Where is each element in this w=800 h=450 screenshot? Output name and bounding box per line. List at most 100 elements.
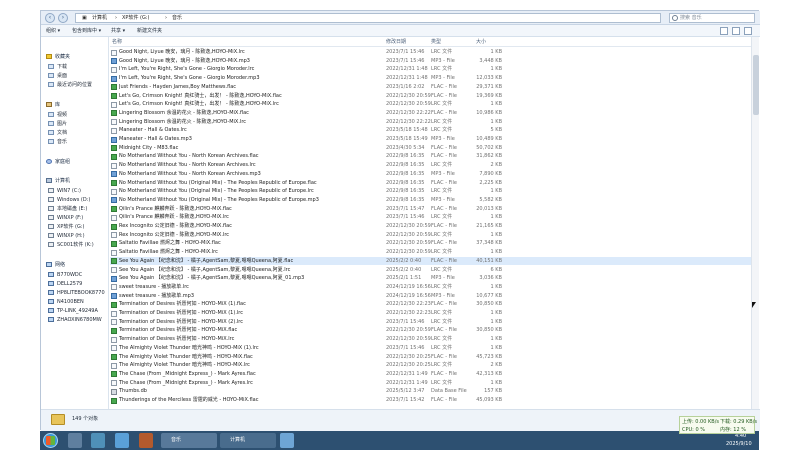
file-row[interactable]: The Almighty Violet Thunder 暗光神鸣 - HOYO-…: [110, 344, 751, 353]
taskbar-item-music[interactable]: 音乐: [161, 433, 217, 448]
homegroup-header[interactable]: 家庭组: [46, 158, 70, 166]
sidebar-item-network-device[interactable]: DELL2579: [48, 280, 82, 288]
sidebar-item-network-device[interactable]: B770WDC: [48, 271, 82, 279]
computer-header[interactable]: 计算机: [46, 177, 70, 185]
include-library-button[interactable]: 包含到库中 ▾: [72, 27, 101, 35]
address-bar[interactable]: ▣ 计算机 › XP软件 (G:) › 音乐: [75, 13, 661, 23]
view-options-icon[interactable]: [720, 27, 728, 35]
file-row[interactable]: Lingering Blossom 余温的花火 - 陈致逸,HOYO-MiX.l…: [110, 118, 751, 127]
scrollbar-thumb[interactable]: [753, 55, 759, 115]
file-date: 2022/12/30 20:59: [386, 240, 431, 247]
column-size[interactable]: 大小: [476, 39, 486, 45]
favorites-header[interactable]: 收藏夹: [46, 53, 70, 61]
search-icon: [672, 15, 678, 21]
file-row[interactable]: Maneater - Hall & Oates.mp3 2023/5/18 15:…: [110, 135, 751, 144]
column-date[interactable]: 修改日期: [386, 39, 406, 45]
column-type[interactable]: 类型: [431, 39, 441, 45]
help-icon[interactable]: [744, 27, 752, 35]
breadcrumb-drive[interactable]: XP软件 (G:): [122, 15, 150, 22]
file-row[interactable]: Rex Incognito 公定旧德 - 陈致逸,HOYO-MiX.lrc 202…: [110, 231, 751, 240]
breadcrumb-computer[interactable]: 计算机: [92, 15, 107, 22]
file-size: 1 KB: [490, 336, 502, 343]
file-row[interactable]: No Motherland Without You - North Korean…: [110, 152, 751, 161]
file-row[interactable]: Thunderings of the Merciless 雷霆的威光 - HOY…: [110, 396, 751, 405]
libraries-header[interactable]: 库: [46, 101, 60, 109]
sidebar-item-drive-g[interactable]: XP软件 (G:): [48, 223, 85, 231]
file-row[interactable]: The Chase (From _Midnight Express_) - Ma…: [110, 370, 751, 379]
network-header[interactable]: 网络: [46, 261, 65, 269]
sidebar-item-videos[interactable]: 视频: [48, 111, 67, 119]
file-row[interactable]: I'm Left, You're Right, She's Gone - Gio…: [110, 65, 751, 74]
search-box[interactable]: 搜索 音乐: [669, 13, 755, 23]
file-row[interactable]: The Almighty Violet Thunder 暗光神鸣 - HOYO-…: [110, 361, 751, 370]
settings-icon[interactable]: [91, 433, 105, 448]
file-row[interactable]: Just Friends - Hayden James,Boy Matthews…: [110, 83, 751, 92]
sidebar-item-network-device[interactable]: HP8LITEBOOK8770: [48, 289, 105, 297]
file-row[interactable]: Termination of Desires 祈愿何如 - HOYO-MiX.f…: [110, 326, 751, 335]
sidebar-item-drive-d[interactable]: Windows (D:): [48, 196, 90, 204]
file-row[interactable]: See You Again 【纪念和沈】 - 橘子,AgentSam,黎夏,嗯嗯…: [110, 266, 751, 275]
start-button[interactable]: [43, 433, 58, 448]
vertical-scrollbar[interactable]: [751, 37, 759, 409]
sidebar-item-network-device[interactable]: TP-LINK_49249A: [48, 307, 98, 315]
breadcrumb-music[interactable]: 音乐: [172, 15, 182, 22]
file-row[interactable]: Termination of Desires 祈愿何如 - HOYO-MiX.l…: [110, 335, 751, 344]
network-monitor-widget[interactable]: 上传: 0.00 KB/s 下载: 0.29 KB/s CPU: 0 % 内存:…: [679, 416, 757, 434]
sidebar-item-downloads[interactable]: 下载: [48, 63, 67, 71]
sidebar-item-drive-h[interactable]: WINXP (H:): [48, 232, 85, 240]
file-row[interactable]: No Motherland Without You (Original Mix)…: [110, 179, 751, 188]
file-row[interactable]: sweet treasure - 播放歌单.lrc 2024/12/19 16:5…: [110, 283, 751, 292]
network-app-icon[interactable]: [280, 433, 294, 448]
browser-icon[interactable]: [115, 433, 129, 448]
file-row[interactable]: I'm Left, You're Right, She's Gone - Gio…: [110, 74, 751, 83]
file-row[interactable]: Saltatio Favillae 燃烬之舞 - HOYO-MiX.flac 20…: [110, 239, 751, 248]
new-folder-button[interactable]: 新建文件夹: [137, 27, 162, 35]
file-row[interactable]: No Motherland Without You (Original Mix)…: [110, 196, 751, 205]
sidebar-item-pictures[interactable]: 图片: [48, 120, 67, 128]
file-row[interactable]: See You Again 【纪念和沈】 - 橘子,AgentSam,黎夏,嗯嗯…: [110, 256, 751, 266]
application-icon[interactable]: [139, 433, 153, 448]
file-row[interactable]: Maneater - Hall & Oates.lrc 2023/5/18 15:…: [110, 126, 751, 135]
preview-pane-icon[interactable]: [732, 27, 740, 35]
sidebar-item-desktop[interactable]: 桌面: [48, 72, 67, 80]
file-row[interactable]: Saltatio Favillae 燃烬之舞 - HOYO-MiX.lrc 202…: [110, 248, 751, 257]
sidebar-item-network-device[interactable]: N4100BEN: [48, 298, 84, 306]
file-manager-icon[interactable]: [68, 433, 82, 448]
breadcrumb-separator-icon: ›: [165, 15, 167, 21]
file-row[interactable]: Qilin's Prance 麒麟奔跃 - 陈致逸,HOYO-MiX.lrc 20…: [110, 213, 751, 222]
organize-button[interactable]: 组织 ▾: [46, 27, 60, 35]
file-row[interactable]: Let's Go, Crimson Knight! 真红骑士，出发！ - 陈致逸…: [110, 100, 751, 109]
sidebar-item-drive-c[interactable]: WIN7 (C:): [48, 187, 81, 195]
sidebar-item-recent-places[interactable]: 最近访问的位置: [48, 81, 92, 89]
file-row[interactable]: The Almighty Violet Thunder 暗光神鸣 - HOYO-…: [110, 353, 751, 362]
share-button[interactable]: 共享 ▾: [111, 27, 125, 35]
file-row[interactable]: No Motherland Without You - North Korean…: [110, 170, 751, 179]
taskbar-item-computer[interactable]: 计算机: [220, 433, 276, 448]
file-row[interactable]: The Chase (From _Midnight Express_) - Ma…: [110, 379, 751, 388]
file-row[interactable]: Midnight City - M83.flac 2023/4/30 5:34 FL…: [110, 144, 751, 153]
file-row[interactable]: Good Night, Liyue 晚安，璃月 - 陈致逸,HOYO-MiX.l…: [110, 48, 751, 57]
file-row[interactable]: See You Again 【纪念和沈】 - 橘子,AgentSam,黎夏,嗯嗯…: [110, 274, 751, 283]
file-row[interactable]: Thumbs.db 2025/5/12 3:47 Data Base File 157…: [110, 387, 751, 396]
file-row[interactable]: Good Night, Liyue 晚安，璃月 - 陈致逸,HOYO-MiX.m…: [110, 57, 751, 66]
file-row[interactable]: Termination of Desires 祈愿何如 - HOYO-MiX (…: [110, 300, 751, 309]
file-row[interactable]: sweet treasure - 播放歌单.mp3 2024/12/19 16:5…: [110, 292, 751, 301]
sidebar-item-documents[interactable]: 文档: [48, 129, 67, 137]
column-name[interactable]: 名称: [112, 39, 122, 45]
file-row[interactable]: Let's Go, Crimson Knight! 真红骑士，出发！ - 陈致逸…: [110, 92, 751, 101]
clock-date[interactable]: 2025/9/10: [726, 441, 752, 447]
file-row[interactable]: Termination of Desires 祈愿何如 - HOYO-MiX (…: [110, 318, 751, 327]
forward-icon[interactable]: ›: [58, 13, 68, 23]
file-row[interactable]: Lingering Blossom 余温的花火 - 陈致逸,HOYO-MiX.f…: [110, 109, 751, 118]
sidebar-item-music[interactable]: 音乐: [48, 138, 67, 146]
sidebar-item-drive-f[interactable]: WINXP (F:): [48, 214, 83, 222]
file-row[interactable]: No Motherland Without You (Original Mix)…: [110, 187, 751, 196]
file-row[interactable]: No Motherland Without You - North Korean…: [110, 161, 751, 170]
file-row[interactable]: Rex Incognito 公定旧德 - 陈致逸,HOYO-MiX.flac 20…: [110, 222, 751, 231]
sidebar-item-drive-k[interactable]: SC001软件 (K:): [48, 241, 94, 249]
sidebar-item-drive-e[interactable]: 本地磁盘 (E:): [48, 205, 87, 213]
sidebar-item-network-device[interactable]: ZHAOXIN6780MW: [48, 316, 102, 324]
file-row[interactable]: Termination of Desires 祈愿何如 - HOYO-MiX (…: [110, 309, 751, 318]
file-row[interactable]: Qilin's Prance 麒麟奔跃 - 陈致逸,HOYO-MiX.flac 2…: [110, 205, 751, 214]
back-icon[interactable]: ‹: [45, 13, 55, 23]
